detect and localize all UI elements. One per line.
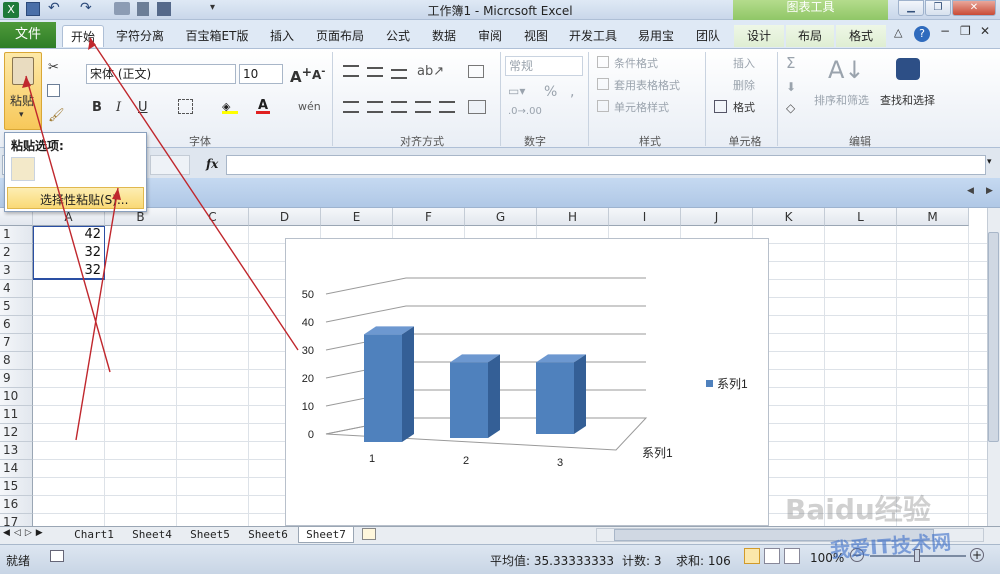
tutorial-arrows <box>22 37 299 441</box>
